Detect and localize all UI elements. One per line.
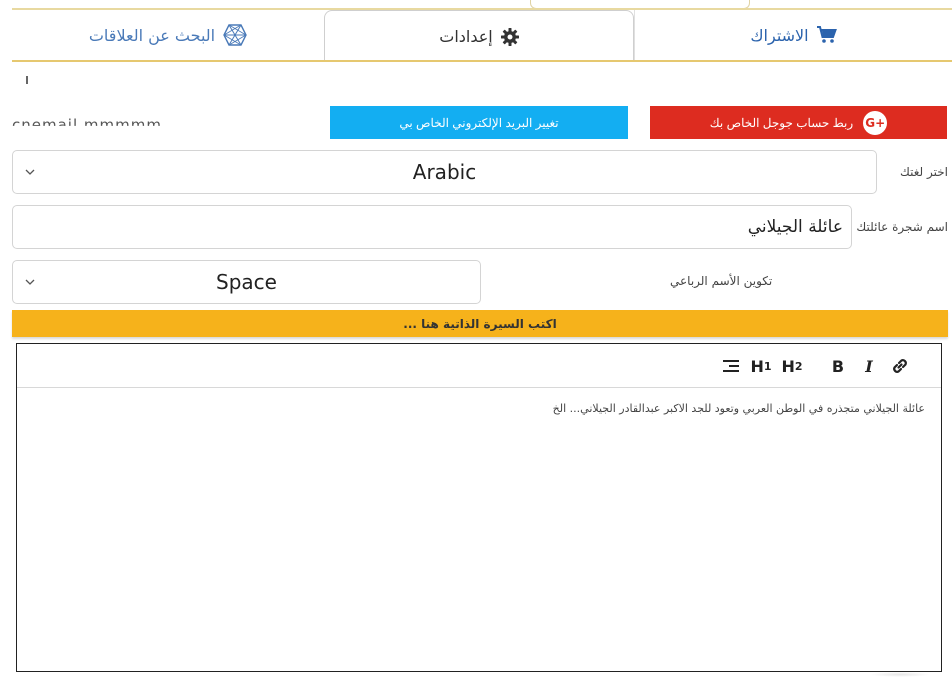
tab-settings[interactable]: إعدادات [324, 10, 634, 62]
cart-icon [816, 26, 837, 44]
tab-bar-bottom-line [12, 60, 952, 62]
language-select-value: Arabic [412, 160, 477, 184]
align-right-icon[interactable] [721, 356, 741, 376]
link-icon[interactable] [890, 356, 910, 376]
tree-name-label: اسم شجرة عائلتك [856, 220, 948, 234]
bio-content: عائلة الجيلاني متجذره في الوطن العربي وت… [552, 402, 925, 415]
link-google-label: ربط حساب جوجل الخاص بك [709, 115, 854, 130]
tab-settings-label: إعدادات [439, 27, 493, 46]
tab-family-search[interactable]: البحث عن العلاقات [12, 10, 324, 60]
tab-subscribe-label: الاشتراك [750, 25, 809, 45]
language-select[interactable]: Arabic [12, 150, 877, 194]
chevron-down-icon [25, 169, 35, 175]
bio-banner-label: اكتب السيرة الذاتية هنا ... [403, 316, 557, 331]
change-email-button[interactable]: تغيير البريد الإلكتروني الخاص بي [330, 106, 628, 139]
partial-clipped-text: cnemail mmmmm [12, 116, 162, 130]
quad-name-select[interactable]: Space [12, 260, 481, 304]
tab-subscribe[interactable]: الاشتراك [634, 10, 952, 60]
google-plus-icon: G+ [863, 110, 888, 135]
link-google-button[interactable]: ربط حساب جوجل الخاص بك G+ [650, 106, 947, 139]
tab-family-search-label: البحث عن العلاقات [88, 25, 216, 45]
tiny-mark [26, 72, 28, 86]
italic-button[interactable]: I [860, 356, 878, 376]
tree-name-input[interactable] [12, 205, 852, 249]
network-icon [223, 24, 247, 46]
tab-bar: البحث عن العلاقات إعدادات الاشتراك [12, 0, 952, 64]
chevron-down-icon [25, 279, 35, 285]
bio-banner[interactable]: اكتب السيرة الذاتية هنا ... [12, 310, 948, 337]
bold-button[interactable]: B [829, 356, 847, 376]
gear-icon [500, 27, 519, 46]
heading-1-button[interactable]: H1 [749, 356, 773, 376]
bottom-shadow [870, 672, 930, 677]
heading-2-button[interactable]: H2 [780, 356, 804, 376]
quad-name-label: تكوين الأسم الرباعي [670, 274, 773, 288]
quad-name-select-value: Space [216, 270, 277, 294]
change-email-label: تغيير البريد الإلكتروني الخاص بي [399, 115, 559, 130]
editor-toolbar: H1 H2 B I [17, 344, 941, 388]
bio-editor[interactable]: H1 H2 B I عائلة الجيلاني متجذره في الوطن… [16, 343, 942, 672]
language-label: اختر لغتك [900, 165, 948, 179]
